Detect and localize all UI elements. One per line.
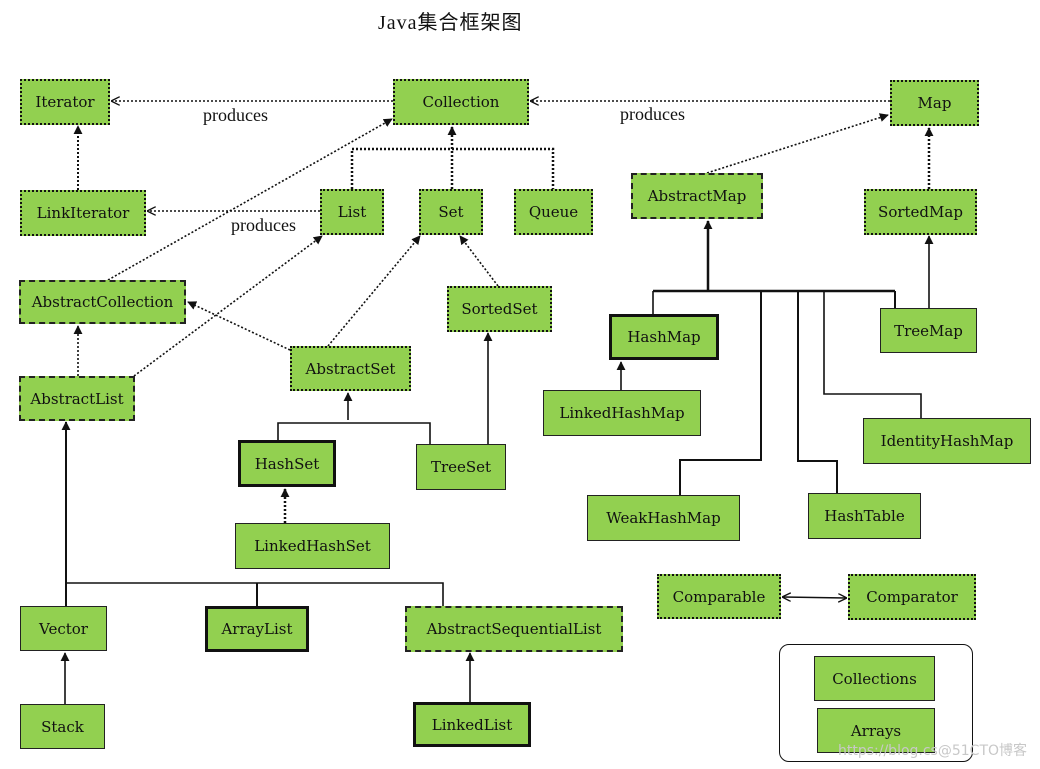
node-label: AbstractMap (647, 187, 747, 205)
node-abstractcollection[interactable]: AbstractCollection (19, 280, 186, 324)
node-collection[interactable]: Collection (393, 79, 529, 125)
node-label: Queue (528, 203, 579, 221)
node-identityhashmap[interactable]: IdentityHashMap (863, 418, 1031, 464)
node-label: Comparable (672, 587, 766, 606)
node-vector[interactable]: Vector (20, 606, 107, 651)
node-label: ArrayList (221, 620, 293, 638)
node-treemap[interactable]: TreeMap (880, 308, 977, 353)
node-label: SortedMap (878, 203, 963, 221)
node-label: AbstractSequentialList (426, 620, 602, 638)
node-label: TreeSet (430, 458, 492, 476)
edge-abstractset-abstractcollection (187, 301, 291, 351)
node-label: LinkedList (431, 715, 513, 734)
node-queue[interactable]: Queue (514, 189, 593, 235)
node-label: Collections (832, 669, 917, 688)
node-abstractmap[interactable]: AbstractMap (631, 173, 763, 219)
node-label: TreeMap (894, 321, 963, 340)
node-label: Iterator (35, 93, 95, 111)
node-stack[interactable]: Stack (20, 704, 105, 749)
node-abstractlist[interactable]: AbstractList (19, 376, 135, 421)
edge-label-list-produces: produces (231, 215, 296, 235)
watermark: https://blog.cs@51CTO博客 (838, 743, 1028, 759)
node-list[interactable]: List (320, 189, 384, 235)
edge-list-bar (66, 582, 444, 606)
edge-hashtable-bar (797, 291, 838, 493)
node-hashtable[interactable]: HashTable (808, 493, 921, 539)
node-linkedhashset[interactable]: LinkedHashSet (235, 523, 390, 569)
node-label: Map (917, 94, 952, 112)
node-label: Collection (422, 93, 500, 111)
node-label: HashSet (254, 454, 320, 473)
node-label: HashTable (824, 507, 905, 525)
node-label: LinkIterator (36, 204, 130, 222)
node-label: WeakHashMap (606, 509, 721, 527)
node-set[interactable]: Set (419, 189, 483, 235)
edge-abstractset-set (327, 235, 421, 347)
edge-abstractmap-map (706, 113, 889, 174)
node-label: HashMap (627, 328, 701, 346)
node-linkiterator[interactable]: LinkIterator (20, 190, 146, 236)
node-linkedlist[interactable]: LinkedList (413, 702, 531, 747)
node-label: IdentityHashMap (880, 432, 1014, 450)
edge-sortedset-set (459, 235, 499, 287)
node-label: SortedSet (461, 300, 538, 318)
node-abstractset[interactable]: AbstractSet (290, 346, 411, 391)
node-label: Set (438, 203, 464, 221)
node-sortedmap[interactable]: SortedMap (864, 189, 977, 235)
node-weakhashmap[interactable]: WeakHashMap (587, 495, 740, 541)
edge-comparable-comparator (783, 597, 846, 598)
node-label: AbstractList (30, 389, 124, 408)
node-label: LinkedHashMap (559, 404, 685, 422)
node-label: Vector (39, 619, 88, 638)
node-collections[interactable]: Collections (814, 656, 935, 701)
edge-label-map-produces: produces (620, 104, 685, 124)
node-label: Stack (41, 717, 84, 736)
node-treeset[interactable]: TreeSet (416, 444, 506, 490)
node-label: Arrays (850, 721, 902, 740)
node-label: Comparator (866, 588, 958, 606)
edge-label-iterator-produces: produces (203, 105, 268, 125)
node-label: List (337, 203, 367, 221)
node-sortedset[interactable]: SortedSet (447, 286, 552, 332)
node-linkedhashmap[interactable]: LinkedHashMap (543, 390, 701, 436)
node-map[interactable]: Map (890, 80, 979, 126)
node-label: LinkedHashSet (254, 537, 371, 555)
node-iterator[interactable]: Iterator (20, 79, 110, 125)
node-hashmap[interactable]: HashMap (609, 314, 719, 360)
node-label: AbstractCollection (31, 293, 174, 311)
node-comparable[interactable]: Comparable (657, 574, 781, 619)
node-hashset[interactable]: HashSet (238, 440, 336, 487)
node-label: AbstractSet (305, 359, 396, 378)
node-arraylist[interactable]: ArrayList (205, 606, 309, 652)
node-abstractsequentiallist[interactable]: AbstractSequentialList (405, 606, 623, 652)
node-comparator[interactable]: Comparator (848, 574, 976, 620)
